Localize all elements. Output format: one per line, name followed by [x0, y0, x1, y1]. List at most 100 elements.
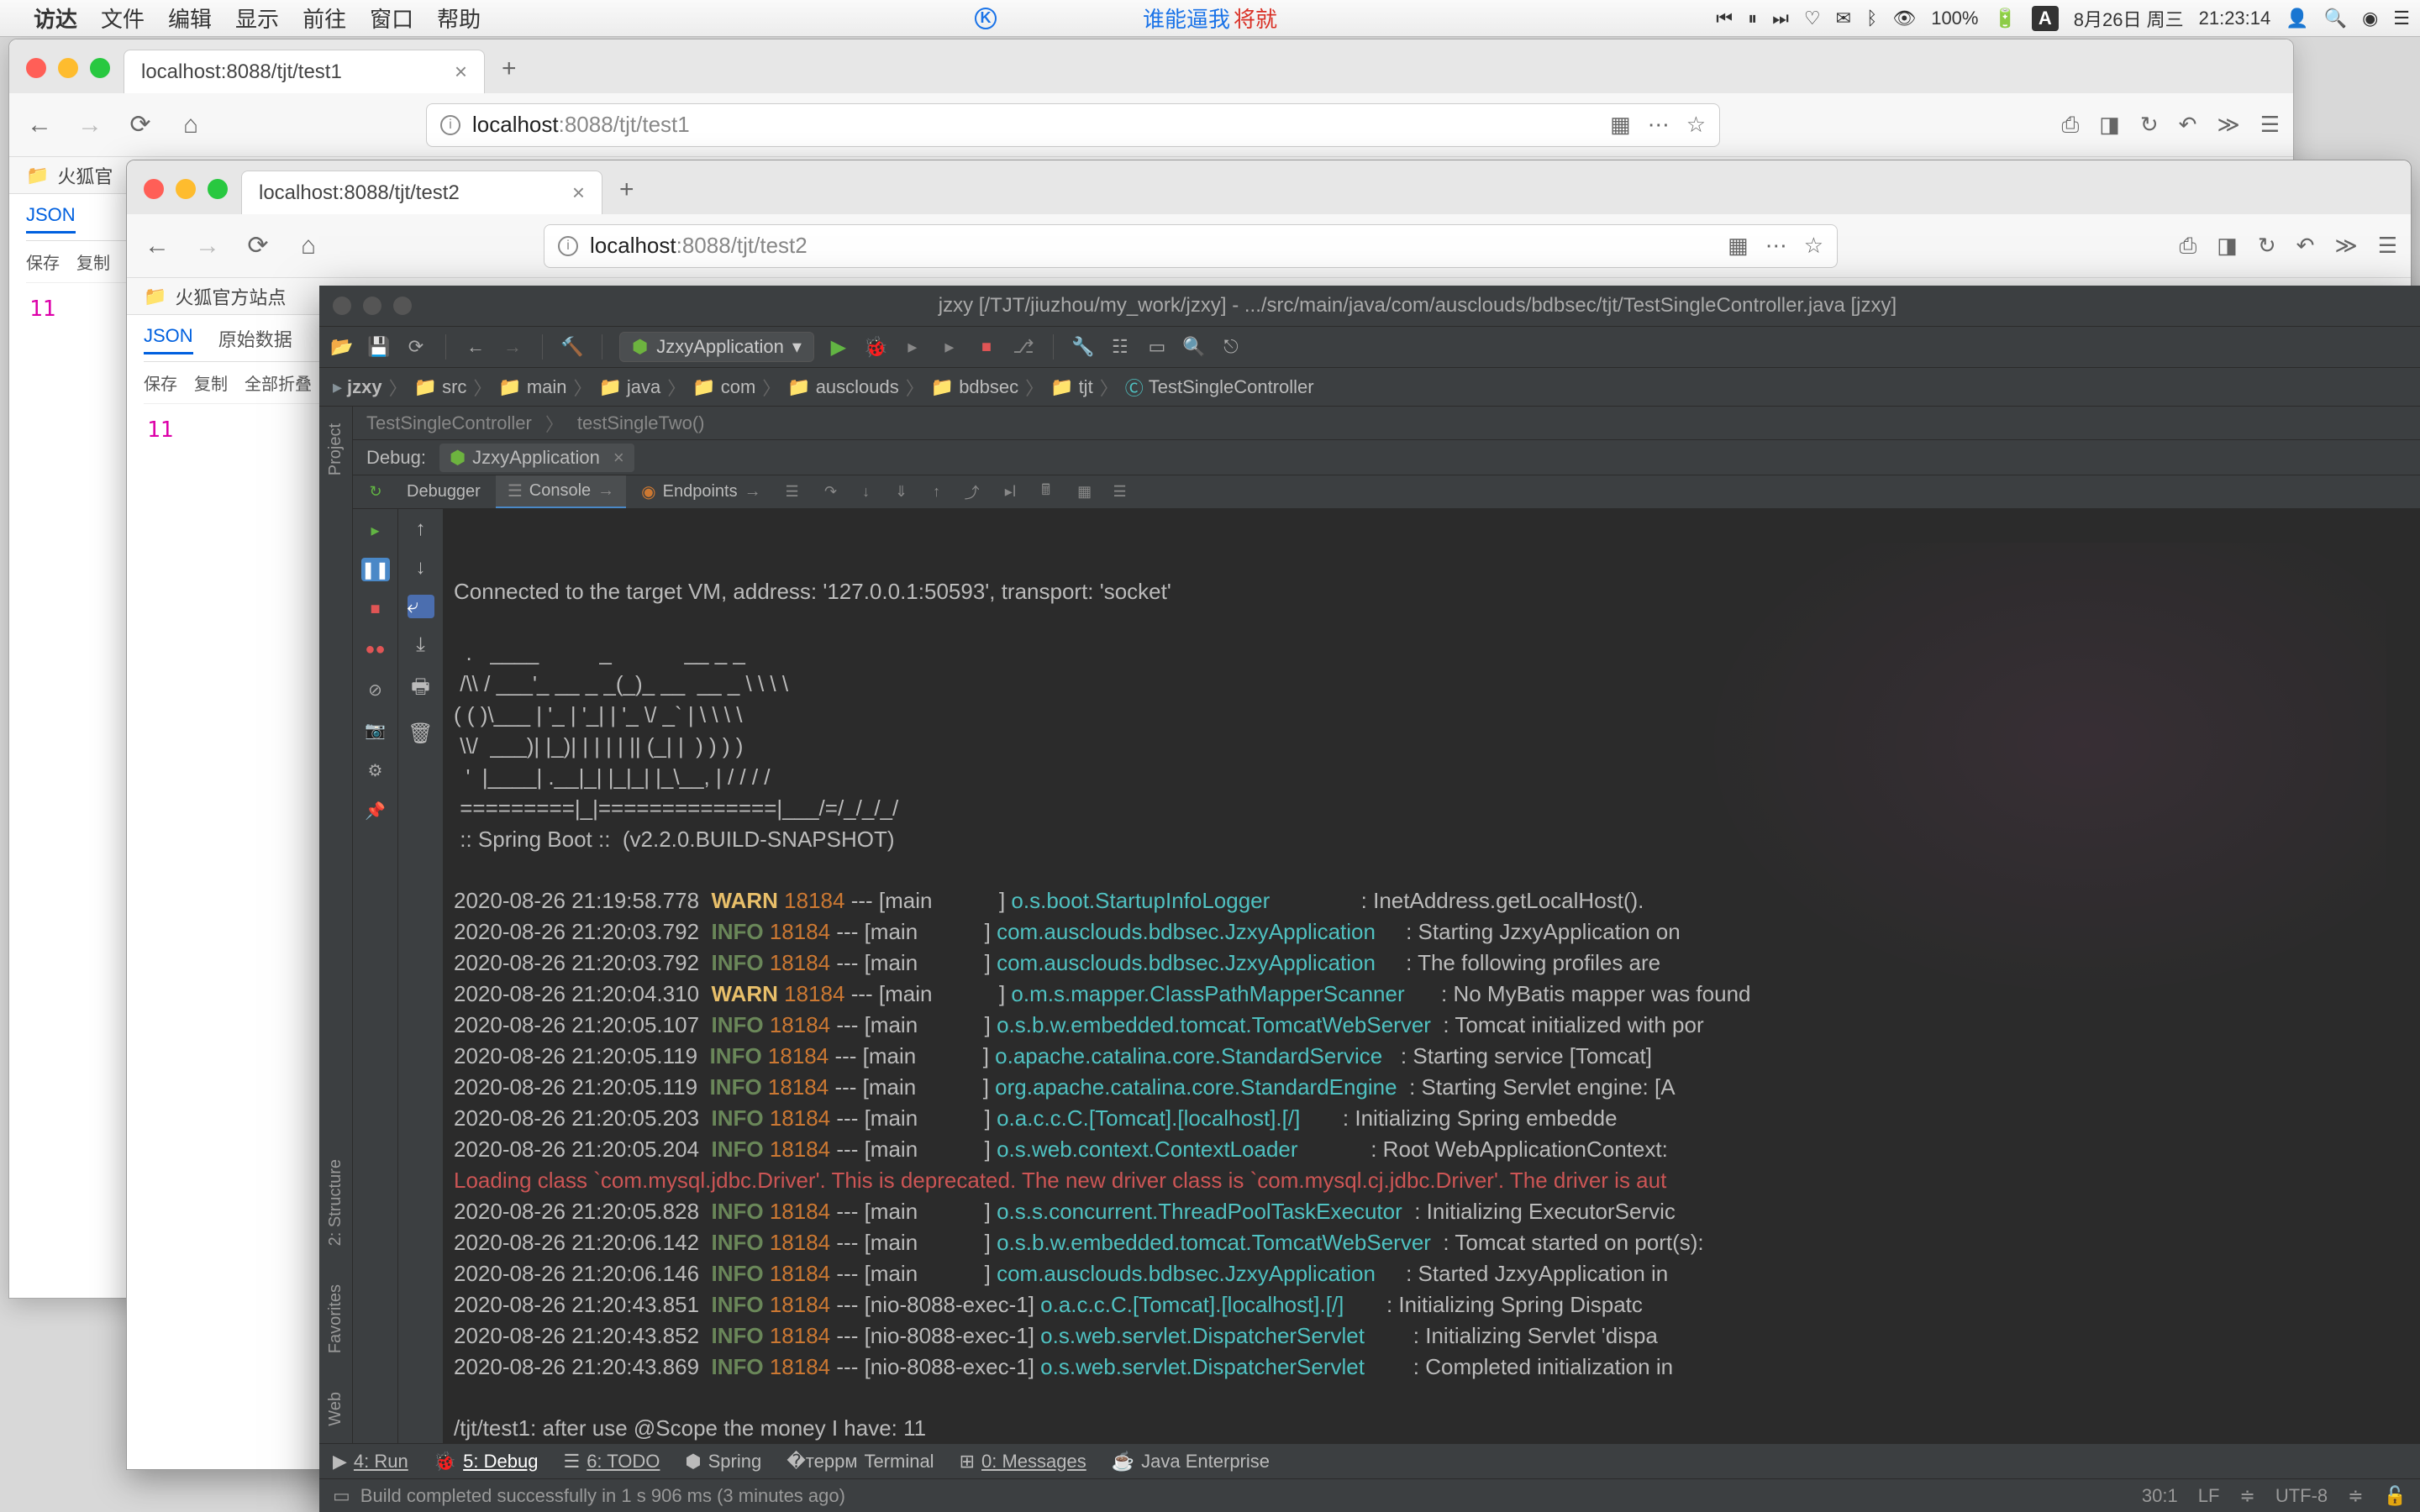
layout-icon[interactable]: ▦	[1072, 480, 1097, 505]
console-output[interactable]: Connected to the target VM, address: '12…	[444, 509, 2420, 1443]
debug-tool-tab[interactable]: 🐞 5: Debug	[434, 1451, 539, 1473]
drop-frame-icon[interactable]: ⤴	[960, 480, 985, 505]
close-window-icon[interactable]	[333, 297, 351, 315]
close-session-icon[interactable]: ×	[613, 447, 624, 469]
settings2-icon[interactable]: ⚙	[363, 758, 388, 783]
settings-icon[interactable]: 🔧	[1071, 334, 1096, 360]
eye-icon[interactable]: 👁	[1892, 8, 1916, 29]
resume-icon[interactable]: ▸	[363, 517, 388, 543]
sidebar-icon[interactable]: ◨	[2217, 233, 2238, 259]
copy-op[interactable]: 复制	[76, 249, 110, 274]
user-icon[interactable]: 👤	[2286, 8, 2308, 29]
favorites-tool-tab[interactable]: Favorites	[326, 1278, 345, 1360]
open-icon[interactable]: 📂	[329, 334, 355, 360]
up-icon[interactable]: ↑	[416, 517, 426, 541]
back-button[interactable]: ←	[140, 229, 174, 263]
minimize-window-icon[interactable]	[176, 179, 196, 199]
run-tool-tab[interactable]: ▶ 4: Run	[333, 1451, 408, 1473]
bookmark-star-icon[interactable]: ☆	[1686, 112, 1706, 138]
step-into-icon[interactable]: ↓	[854, 480, 879, 505]
crumb-bdbsec[interactable]: 📁bdbsec	[928, 376, 1022, 398]
battery-icon[interactable]: 🔋	[1993, 8, 2016, 29]
caret-position[interactable]: 30:1	[2142, 1485, 2178, 1507]
terminal-tool-tab[interactable]: �террм Terminal	[786, 1451, 934, 1473]
browser-tab[interactable]: localhost:8088/tjt/test2 ×	[241, 171, 602, 214]
avd-icon[interactable]: ▭	[1144, 334, 1170, 360]
minimize-window-icon[interactable]	[58, 58, 78, 78]
web-tool-tab[interactable]: Web	[326, 1385, 345, 1433]
profile-button[interactable]: ▸	[937, 334, 962, 360]
undo-arrow-icon[interactable]: ←	[463, 334, 488, 360]
debug-button[interactable]: 🐞	[863, 334, 888, 360]
sidebar-icon[interactable]: ◨	[2099, 112, 2120, 138]
structure-icon[interactable]: ☷	[1107, 334, 1133, 360]
page-actions-icon[interactable]: ⋯	[1765, 233, 1787, 259]
back-button[interactable]: ←	[23, 108, 56, 142]
maximize-window-icon[interactable]	[393, 297, 412, 315]
file-encoding[interactable]: UTF-8	[2275, 1485, 2328, 1507]
run-config-dropdown[interactable]: ⬢ JzxyApplication ▾	[619, 332, 814, 362]
crumb-tjt[interactable]: 📁tjt	[1047, 376, 1097, 398]
raw-tab[interactable]: 原始数据	[218, 325, 292, 354]
forward-button[interactable]: →	[191, 229, 224, 263]
notifications-icon[interactable]: ☰	[2393, 8, 2410, 29]
site-info-icon[interactable]: i	[440, 115, 460, 135]
down-icon[interactable]: ↓	[416, 556, 426, 580]
print-icon[interactable]: 🖶	[411, 672, 430, 706]
debug-session-tab[interactable]: ⬢ JzxyApplication ×	[439, 444, 634, 472]
breakpoints-icon[interactable]: ●●	[363, 637, 388, 662]
spotlight-icon[interactable]: 🔍	[2324, 8, 2347, 29]
reload-button[interactable]: ⟳	[124, 108, 157, 142]
editor-crumb-class[interactable]: TestSingleController	[366, 412, 532, 434]
bluetooth-icon[interactable]: ᛒ	[1866, 8, 1877, 29]
crumb-root[interactable]: ▸jzxy	[329, 376, 386, 398]
bookmark-star-icon[interactable]: ☆	[1804, 233, 1823, 259]
reload-button[interactable]: ⟳	[241, 229, 275, 263]
line-separator[interactable]: LF	[2198, 1485, 2220, 1507]
site-info-icon[interactable]: i	[558, 236, 578, 256]
crumb-java[interactable]: 📁java	[596, 376, 665, 398]
undo-icon[interactable]: ↶	[2296, 233, 2315, 259]
maximize-window-icon[interactable]	[208, 179, 228, 199]
bookmark-item[interactable]: 火狐官	[57, 162, 113, 189]
qr-icon[interactable]: ▦	[1728, 233, 1749, 259]
stop-icon[interactable]: ■	[363, 596, 388, 622]
stop-button[interactable]: ■	[974, 334, 999, 360]
undo-icon[interactable]: ↶	[2179, 112, 2197, 138]
evaluate-icon[interactable]: 🖩	[1034, 480, 1059, 505]
wrap-icon[interactable]: ⤶	[408, 595, 434, 618]
camera-icon[interactable]: 📷	[363, 717, 388, 743]
url-bar[interactable]: i localhost:8088/tjt/test1 ▦ ⋯ ☆	[426, 103, 1720, 147]
structure-tool-tab[interactable]: 2: Structure	[326, 1152, 345, 1252]
k-circle-icon[interactable]: K	[975, 8, 997, 29]
redo-arrow-icon[interactable]: →	[500, 334, 525, 360]
status-tool-icon[interactable]: ▭	[333, 1485, 350, 1507]
run-to-cursor-icon[interactable]: ▸ǀ	[998, 480, 1023, 505]
step-over-icon[interactable]: ↷	[818, 480, 844, 505]
json-tab[interactable]: JSON	[144, 325, 193, 354]
scroll-end-icon[interactable]: ⤓	[416, 633, 425, 657]
collapse-op[interactable]: 全部折叠	[245, 370, 312, 395]
app-menu[interactable]: 访达	[34, 3, 77, 34]
qr-icon[interactable]: ▦	[1610, 112, 1631, 138]
home-button[interactable]: ⌂	[292, 229, 325, 263]
vcs-icon[interactable]: ⎇	[1011, 334, 1036, 360]
debugger-tab[interactable]: Debugger	[395, 477, 492, 507]
crumb-main[interactable]: 📁main	[495, 376, 570, 398]
pause-icon[interactable]: ❚❚	[361, 558, 390, 581]
endpoints-tab[interactable]: ◉Endpoints→	[629, 476, 772, 507]
sync-icon[interactable]: ⟳	[403, 334, 429, 360]
menu-file[interactable]: 文件	[101, 3, 145, 34]
browser-tab[interactable]: localhost:8088/tjt/test1 ×	[124, 50, 485, 93]
crumb-com[interactable]: 📁com	[689, 376, 759, 398]
javaee-tool-tab[interactable]: ☕ Java Enterprise	[1112, 1451, 1270, 1473]
prev-track-icon[interactable]: ⏮	[1716, 8, 1733, 29]
menu-go[interactable]: 前往	[302, 3, 346, 34]
menu-window[interactable]: 窗口	[370, 3, 413, 34]
ime-icon[interactable]: A	[2032, 6, 2059, 31]
forward-button[interactable]: →	[73, 108, 107, 142]
close-window-icon[interactable]	[26, 58, 46, 78]
json-tab[interactable]: JSON	[26, 204, 76, 234]
crumb-ausclouds[interactable]: 📁ausclouds	[784, 376, 902, 398]
new-tab-button[interactable]: +	[602, 176, 651, 214]
